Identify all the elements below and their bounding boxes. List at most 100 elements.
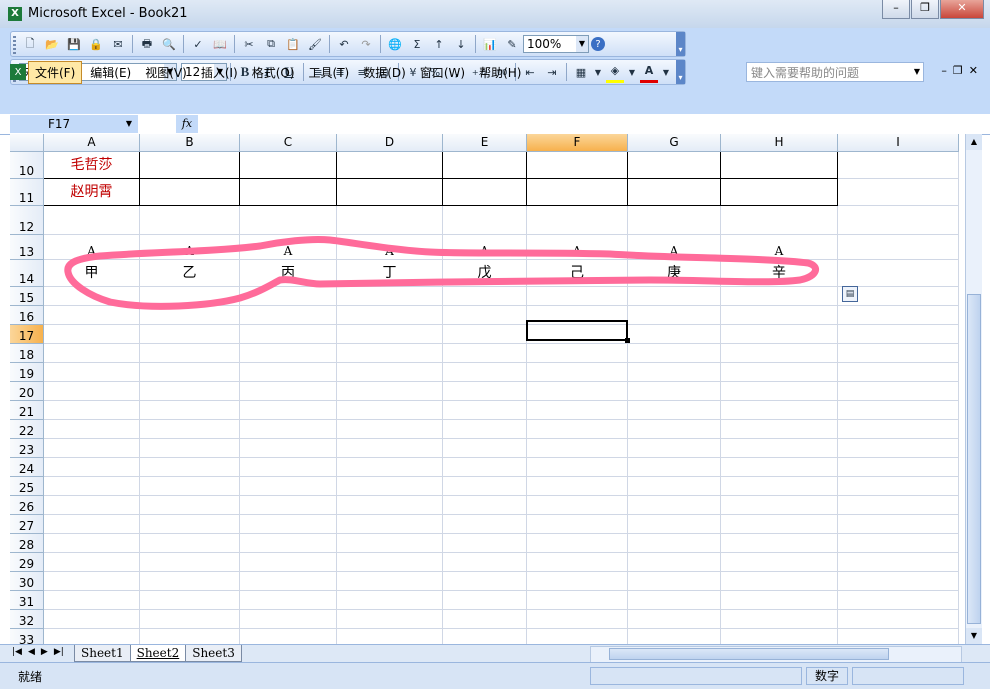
cell[interactable]	[443, 287, 527, 306]
cell[interactable]	[721, 572, 838, 591]
row-header[interactable]: 31	[10, 591, 44, 610]
cell[interactable]: A	[443, 235, 527, 260]
row-header[interactable]: 33	[10, 629, 44, 644]
cell[interactable]	[140, 325, 240, 344]
scroll-up-icon[interactable]: ▲	[966, 134, 982, 150]
cell[interactable]	[443, 477, 527, 496]
cell[interactable]	[721, 325, 838, 344]
cell[interactable]	[140, 287, 240, 306]
row-header[interactable]: 15	[10, 287, 44, 306]
cell[interactable]	[443, 206, 527, 235]
row-header[interactable]: 27	[10, 515, 44, 534]
cell[interactable]	[240, 420, 337, 439]
cell[interactable]	[628, 363, 721, 382]
cell[interactable]: 己	[527, 260, 628, 287]
cell[interactable]	[140, 610, 240, 629]
cell[interactable]	[337, 572, 443, 591]
cell[interactable]	[527, 363, 628, 382]
cell[interactable]	[140, 306, 240, 325]
cell[interactable]: A	[240, 235, 337, 260]
toolbar-grip[interactable]	[13, 36, 16, 54]
cell[interactable]	[240, 496, 337, 515]
row-header[interactable]: 22	[10, 420, 44, 439]
column-header[interactable]: G	[628, 134, 721, 152]
cell[interactable]	[838, 179, 959, 206]
cell[interactable]	[721, 553, 838, 572]
column-header[interactable]: A	[44, 134, 140, 152]
cell[interactable]	[721, 439, 838, 458]
cell[interactable]	[527, 515, 628, 534]
excel-doc-icon[interactable]: X	[10, 64, 26, 80]
paste-icon[interactable]: 📋	[284, 35, 302, 53]
cell[interactable]	[721, 420, 838, 439]
cell[interactable]: 甲	[44, 260, 140, 287]
row-header[interactable]: 23	[10, 439, 44, 458]
cell[interactable]	[140, 629, 240, 644]
cell[interactable]	[838, 401, 959, 420]
doc-minimize-button[interactable]: –	[941, 64, 947, 77]
cell[interactable]	[628, 496, 721, 515]
cell[interactable]	[240, 553, 337, 572]
row-header[interactable]: 13	[10, 235, 44, 260]
cell[interactable]	[337, 401, 443, 420]
cell[interactable]	[628, 553, 721, 572]
cell[interactable]: A	[721, 235, 838, 260]
cut-icon[interactable]: ✂	[240, 35, 258, 53]
tab-sheet2[interactable]: Sheet2	[129, 645, 187, 662]
cell[interactable]	[337, 152, 443, 179]
cell[interactable]	[240, 629, 337, 644]
excel-icon[interactable]: X	[8, 7, 22, 21]
undo-icon[interactable]: ↶	[335, 35, 353, 53]
cell[interactable]	[443, 363, 527, 382]
cell[interactable]	[443, 591, 527, 610]
row-header[interactable]: 18	[10, 344, 44, 363]
redo-icon[interactable]: ↷	[357, 35, 375, 53]
insert-function-button[interactable]: fx	[176, 115, 198, 133]
cell[interactable]	[337, 306, 443, 325]
cell[interactable]	[721, 287, 838, 306]
cell[interactable]	[628, 534, 721, 553]
cell[interactable]	[337, 179, 443, 206]
cell[interactable]	[527, 629, 628, 644]
menu-view[interactable]: 视图(V)	[139, 62, 193, 83]
cell[interactable]: A	[140, 235, 240, 260]
cell[interactable]	[838, 306, 959, 325]
active-cell-cursor[interactable]	[526, 320, 630, 343]
cell[interactable]	[721, 629, 838, 644]
select-all-corner[interactable]	[10, 134, 44, 152]
print-icon[interactable]: 🖶	[138, 35, 156, 53]
cell[interactable]	[44, 306, 140, 325]
cell[interactable]: 毛哲莎	[44, 152, 140, 179]
cell[interactable]	[721, 515, 838, 534]
cell[interactable]	[721, 610, 838, 629]
cell[interactable]	[443, 496, 527, 515]
prev-sheet-icon[interactable]: ◀	[28, 647, 35, 657]
cell[interactable]	[721, 591, 838, 610]
cell[interactable]	[44, 439, 140, 458]
cell[interactable]	[337, 477, 443, 496]
cell[interactable]	[443, 401, 527, 420]
doc-restore-button[interactable]: ❐	[953, 64, 963, 77]
cell[interactable]	[721, 382, 838, 401]
cell[interactable]	[721, 206, 838, 235]
cell[interactable]	[44, 458, 140, 477]
cell[interactable]	[240, 477, 337, 496]
vertical-scrollbar[interactable]: ▲ ▼	[965, 134, 982, 644]
cell[interactable]	[628, 610, 721, 629]
worksheet-grid[interactable]: A B C D E F G H I 10 毛哲莎 11 赵明霄 12 13 A A A A A A A A…	[10, 134, 965, 644]
cell[interactable]	[240, 363, 337, 382]
menu-insert[interactable]: 插入(I)	[195, 62, 244, 83]
cell[interactable]	[337, 496, 443, 515]
cell[interactable]	[721, 401, 838, 420]
cell[interactable]	[628, 287, 721, 306]
cell[interactable]	[44, 496, 140, 515]
cell[interactable]	[443, 382, 527, 401]
cell[interactable]	[44, 610, 140, 629]
cell[interactable]	[721, 363, 838, 382]
cell[interactable]	[721, 496, 838, 515]
cell[interactable]	[240, 401, 337, 420]
cell[interactable]	[838, 235, 959, 260]
cell[interactable]	[838, 515, 959, 534]
cell[interactable]	[44, 287, 140, 306]
cell[interactable]	[527, 591, 628, 610]
